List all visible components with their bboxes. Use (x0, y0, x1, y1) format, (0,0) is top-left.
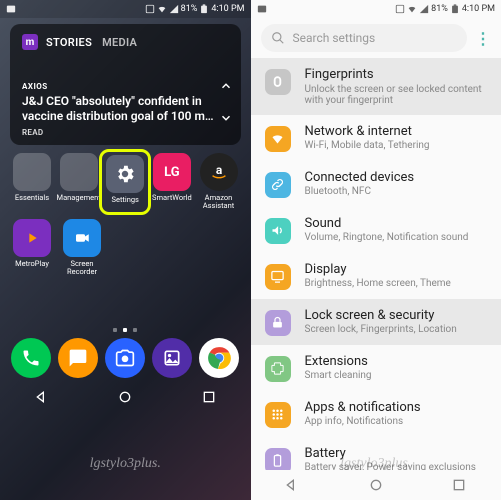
settings-item-battery[interactable]: BatteryBattery saver, Power saving exclu… (251, 437, 501, 470)
settings-item-subtitle: Unlock the screen or see locked content … (305, 84, 488, 106)
search-icon (271, 31, 285, 45)
ext-icon (265, 356, 291, 382)
wifi-icon (265, 126, 291, 152)
settings-item-title: Fingerprints (305, 67, 488, 83)
battery-pct: 81% (431, 4, 448, 14)
apps-row-1: Essentials Management Settings LGSmartWo… (0, 145, 251, 211)
widget-read[interactable]: READ (22, 128, 229, 137)
battery-icon (199, 4, 209, 14)
dock-camera[interactable] (105, 338, 145, 378)
chevron-down-icon[interactable] (219, 111, 233, 125)
app-metroplay[interactable]: MetroPlay (10, 219, 54, 277)
finger-icon (265, 69, 291, 95)
app-management[interactable]: Management (57, 153, 101, 211)
settings-list: FingerprintsUnlock the screen or see loc… (251, 58, 501, 470)
battery-icon (450, 4, 460, 14)
widget-logo-icon: m (22, 34, 38, 50)
nav-bar (251, 470, 501, 500)
settings-item-apps-notifications[interactable]: Apps & notificationsApp info, Notificati… (251, 391, 501, 437)
settings-item-title: Lock screen & security (305, 308, 488, 324)
sound-icon (265, 218, 291, 244)
batt-icon (265, 448, 291, 470)
widget-tab-media[interactable]: MEDIA (102, 36, 137, 49)
gear-icon (106, 155, 144, 193)
nav-back-icon[interactable] (34, 389, 50, 405)
signal-icon (419, 4, 429, 14)
metro-status-icon (6, 4, 16, 14)
settings-item-subtitle: Volume, Ringtone, Notification sound (305, 232, 488, 243)
settings-item-title: Extensions (305, 354, 488, 370)
amazon-icon: a (200, 153, 238, 191)
wifi-icon (407, 4, 417, 14)
nfc-icon (145, 4, 155, 14)
dock-gallery[interactable] (152, 338, 192, 378)
chevron-up-icon[interactable] (219, 79, 233, 93)
battery-pct: 81% (181, 4, 198, 14)
apps-icon (265, 402, 291, 428)
app-settings[interactable]: Settings (103, 153, 147, 211)
settings-item-title: Network & internet (305, 124, 488, 140)
widget-source: AXIOS (22, 82, 229, 91)
settings-item-subtitle: Screen lock, Fingerprints, Location (305, 324, 488, 335)
nfc-icon (395, 4, 405, 14)
nav-home-icon[interactable] (117, 389, 133, 405)
settings-item-subtitle: Wi-Fi, Mobile data, Tethering (305, 140, 488, 151)
apps-row-2: MetroPlay Screen Recorder (0, 211, 251, 277)
recorder-icon (63, 219, 101, 257)
dock-chrome[interactable] (199, 338, 239, 378)
app-essentials[interactable]: Essentials (10, 153, 54, 211)
settings-item-subtitle: Bluetooth, NFC (305, 186, 488, 197)
settings-item-title: Apps & notifications (305, 400, 488, 416)
nav-recent-icon[interactable] (201, 389, 217, 405)
nav-back-icon[interactable] (284, 477, 300, 493)
widget-headline[interactable]: J&J CEO "absolutely" confident in vaccin… (22, 94, 229, 124)
settings-item-subtitle: Battery saver, Power saving exclusions (305, 462, 488, 470)
dock-phone[interactable] (11, 338, 51, 378)
settings-item-title: Display (305, 262, 488, 278)
nav-bar (0, 382, 251, 412)
dock (0, 332, 251, 382)
clock: 4:10 PM (462, 4, 495, 14)
signal-icon (169, 4, 179, 14)
play-icon (13, 219, 51, 257)
metro-status-icon (257, 4, 267, 14)
app-screen-recorder[interactable]: Screen Recorder (60, 219, 104, 277)
settings-item-title: Connected devices (305, 170, 488, 186)
settings-item-title: Battery (305, 446, 488, 462)
settings-item-sound[interactable]: SoundVolume, Ringtone, Notification soun… (251, 207, 501, 253)
wifi-icon (157, 4, 167, 14)
settings-item-subtitle: App info, Notifications (305, 416, 488, 427)
app-smartworld[interactable]: LGSmartWorld (150, 153, 194, 211)
lg-icon: LG (153, 153, 191, 191)
nav-home-icon[interactable] (368, 477, 384, 493)
clock: 4:10 PM (211, 4, 244, 14)
watermark: lgstylo3plus. (0, 456, 251, 472)
status-bar: 81% 4:10 PM (251, 0, 501, 18)
link-icon (265, 172, 291, 198)
settings-item-network-internet[interactable]: Network & internetWi-Fi, Mobile data, Te… (251, 115, 501, 161)
overflow-menu-icon[interactable]: ⋮ (475, 29, 491, 48)
settings-item-subtitle: Brightness, Home screen, Theme (305, 278, 488, 289)
settings-item-connected-devices[interactable]: Connected devicesBluetooth, NFC (251, 161, 501, 207)
svg-text:a: a (215, 163, 221, 177)
search-input[interactable]: Search settings (261, 24, 468, 52)
display-icon (265, 264, 291, 290)
settings-item-subtitle: Smart cleaning (305, 370, 488, 381)
widget-tab-stories[interactable]: STORIES (46, 36, 92, 49)
settings-item-display[interactable]: DisplayBrightness, Home screen, Theme (251, 253, 501, 299)
nav-recent-icon[interactable] (451, 477, 467, 493)
app-amazon-assistant[interactable]: aAmazon Assistant (197, 153, 241, 211)
status-bar: 81% 4:10 PM (0, 0, 251, 18)
folder-icon (60, 153, 98, 191)
dock-messages[interactable] (58, 338, 98, 378)
settings-item-fingerprints[interactable]: FingerprintsUnlock the screen or see loc… (251, 58, 501, 115)
lock-icon (265, 310, 291, 336)
settings-item-lock-screen-security[interactable]: Lock screen & securityScreen lock, Finge… (251, 299, 501, 345)
search-row: Search settings ⋮ (251, 18, 501, 58)
settings-item-extensions[interactable]: ExtensionsSmart cleaning (251, 345, 501, 391)
folder-icon (13, 153, 51, 191)
news-widget[interactable]: m STORIES MEDIA AXIOS J&J CEO "absolutel… (10, 24, 241, 145)
settings-item-title: Sound (305, 216, 488, 232)
